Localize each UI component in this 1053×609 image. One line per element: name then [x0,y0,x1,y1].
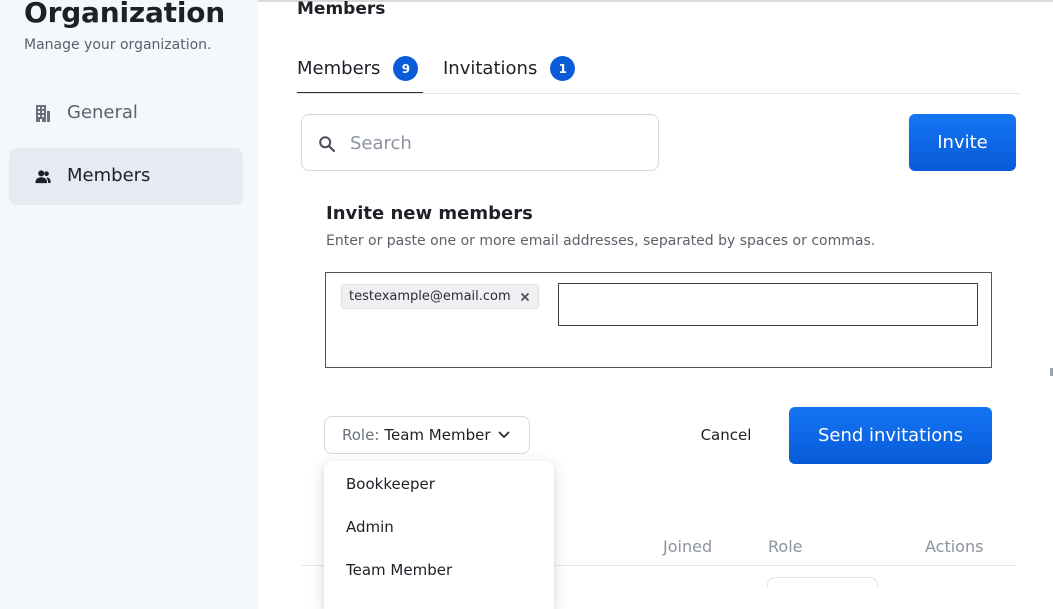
sidebar-item-label: Members [67,165,151,186]
page-title: Members [297,0,386,19]
building-icon [36,105,50,122]
role-select-prefix: Role: [342,426,380,444]
sidebar-item-general[interactable]: General [9,85,243,142]
invite-description: Enter or paste one or more email address… [326,233,876,249]
search-icon [319,136,336,153]
send-invitations-button[interactable]: Send invitations [789,407,992,464]
remove-email-icon[interactable] [520,292,530,302]
sidebar: Organization Manage your organization. G… [0,0,258,609]
invite-button[interactable]: Invite [909,114,1016,171]
org-subtitle: Manage your organization. [24,37,212,53]
tab-invitations[interactable]: Invitations 1 [443,54,576,94]
email-input[interactable] [558,283,978,326]
email-chip-label: testexample@email.com [349,289,511,304]
column-header-actions: Actions [925,537,984,556]
tab-label: Members [297,58,381,79]
cancel-button[interactable]: Cancel [690,420,762,450]
chevron-down-icon [498,431,510,438]
role-option-label: Team Member [346,561,453,579]
role-select-value: Team Member [384,426,491,444]
role-dropdown-menu: Bookkeeper Admin Team Member [324,461,554,609]
count-badge: 1 [550,56,576,81]
email-chip: testexample@email.com [341,284,539,309]
search-input[interactable] [350,129,640,157]
column-header-role: Role [768,537,803,556]
page: Organization Manage your organization. G… [0,0,1053,609]
people-icon [35,170,51,184]
role-option-label: Admin [346,518,394,536]
role-option-bookkeeper[interactable]: Bookkeeper [324,463,554,503]
org-title: Organization [24,0,226,29]
role-option-label: Bookkeeper [346,475,435,493]
role-option-team-member[interactable]: Team Member [324,549,554,589]
invite-title: Invite new members [326,203,533,224]
role-select[interactable]: Role: Team Member [324,416,530,454]
sidebar-item-members[interactable]: Members [9,148,243,205]
tab-label: Invitations [443,58,538,79]
count-badge: 9 [393,56,419,81]
email-tag-field[interactable]: testexample@email.com [325,272,992,368]
sidebar-item-label: General [67,102,138,123]
search-box[interactable] [301,114,659,171]
column-header-joined: Joined [663,537,713,556]
role-option-admin[interactable]: Admin [324,506,554,546]
tab-members[interactable]: Members 9 [297,54,423,94]
tabs-divider [296,93,1020,94]
